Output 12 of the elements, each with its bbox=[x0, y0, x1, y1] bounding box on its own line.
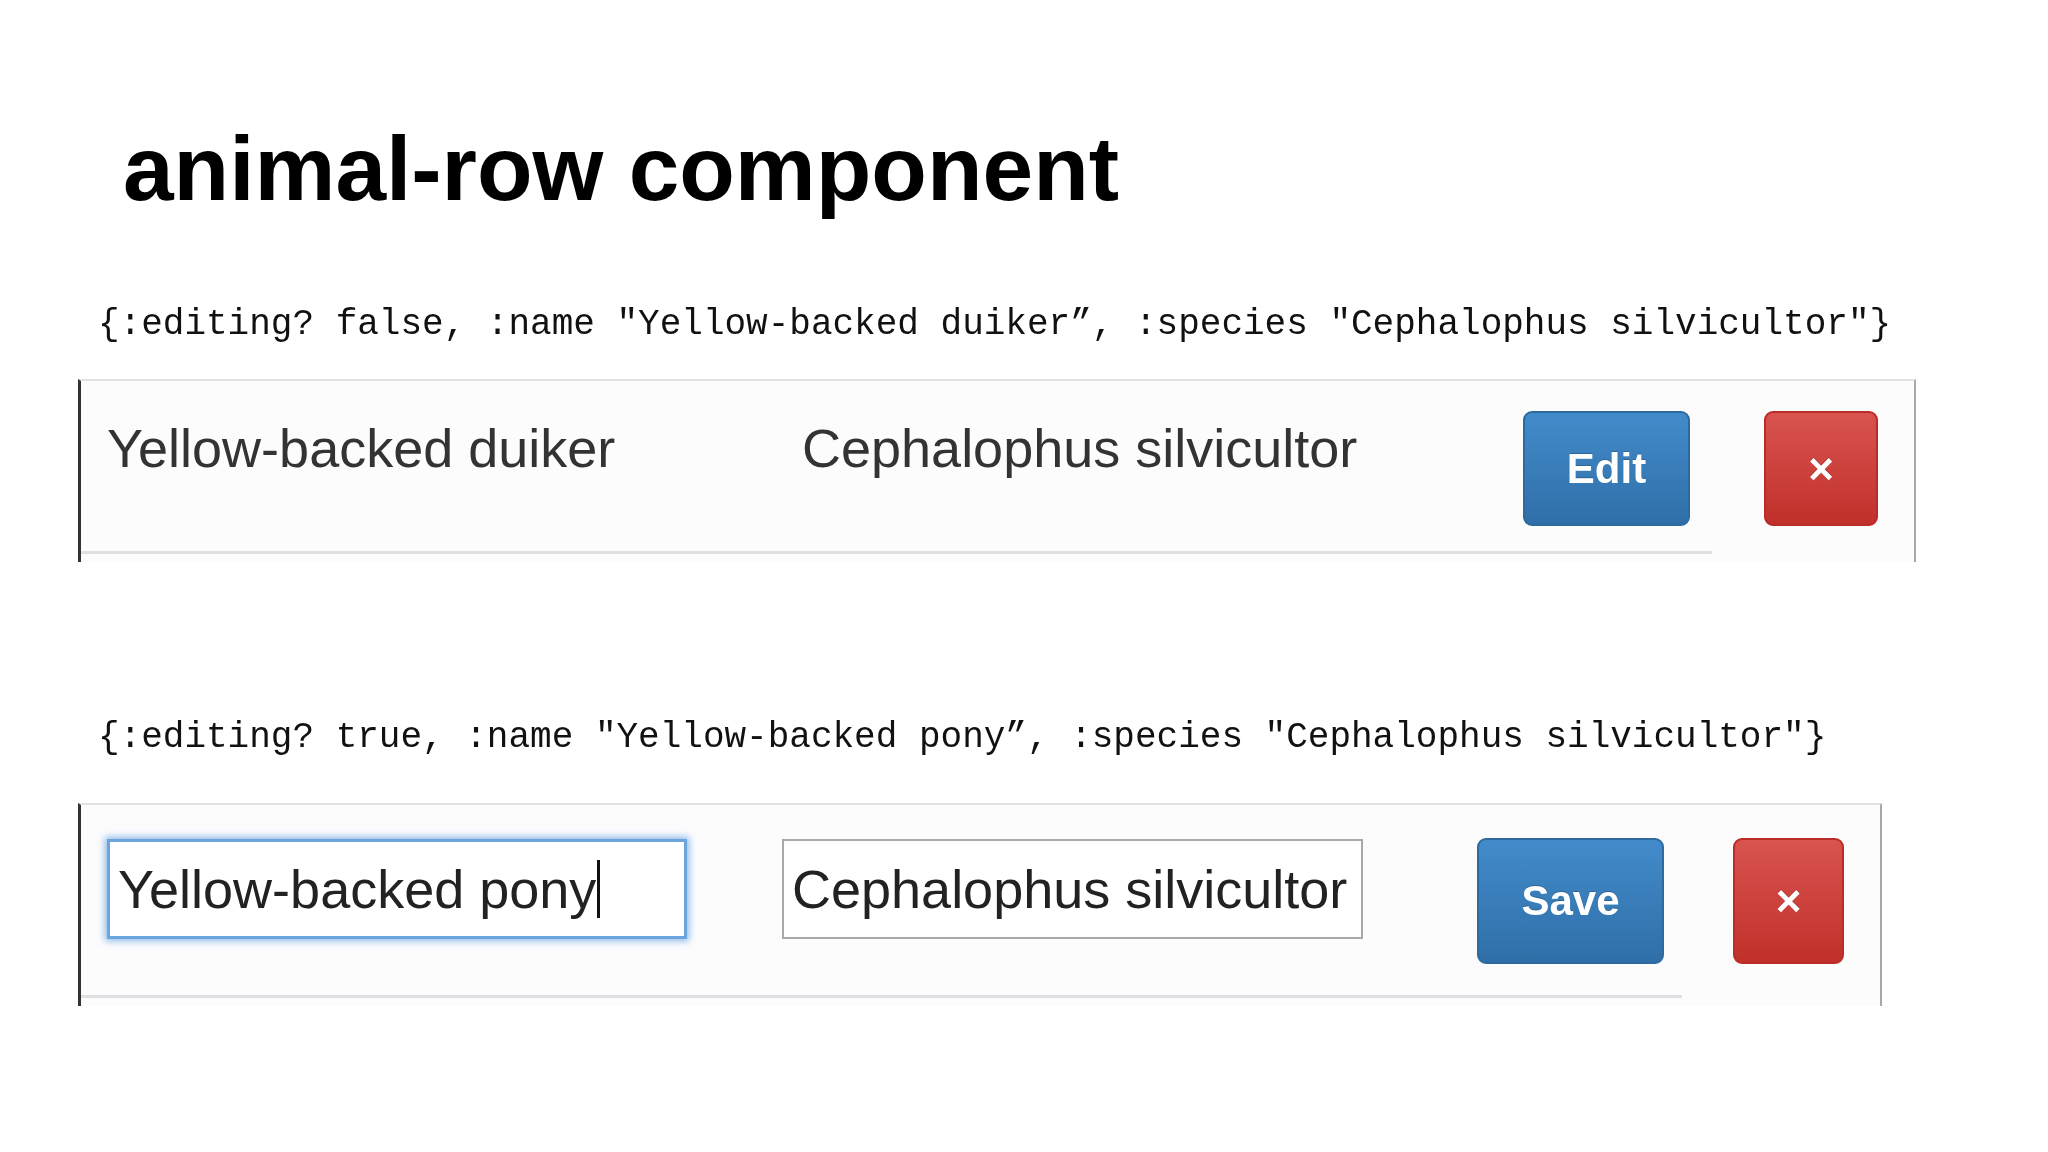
text-cursor-icon bbox=[597, 860, 601, 918]
delete-button[interactable]: × bbox=[1733, 838, 1844, 964]
code-line: {:editing? true, :name "Yellow-backed pony”, :species "Cephalophus silvicultor"} bbox=[98, 716, 1827, 760]
slide-title: animal-row component bbox=[123, 117, 1120, 221]
code-line: {:editing? false, :name "Yellow-backed duiker”, :species "Cephalophus silvicultor"} bbox=[98, 303, 1892, 347]
table-cell-text: Cephalophus silvicultor bbox=[802, 417, 1359, 480]
edit-button[interactable]: Edit bbox=[1523, 411, 1690, 526]
input-field[interactable]: Cephalophus silvicultor bbox=[782, 839, 1363, 939]
delete-button[interactable]: × bbox=[1764, 411, 1878, 526]
save-button[interactable]: Save bbox=[1477, 838, 1664, 964]
table-cell-text: Yellow-backed duiker bbox=[107, 417, 617, 480]
input-field[interactable]: Yellow-backed pony bbox=[107, 839, 687, 939]
